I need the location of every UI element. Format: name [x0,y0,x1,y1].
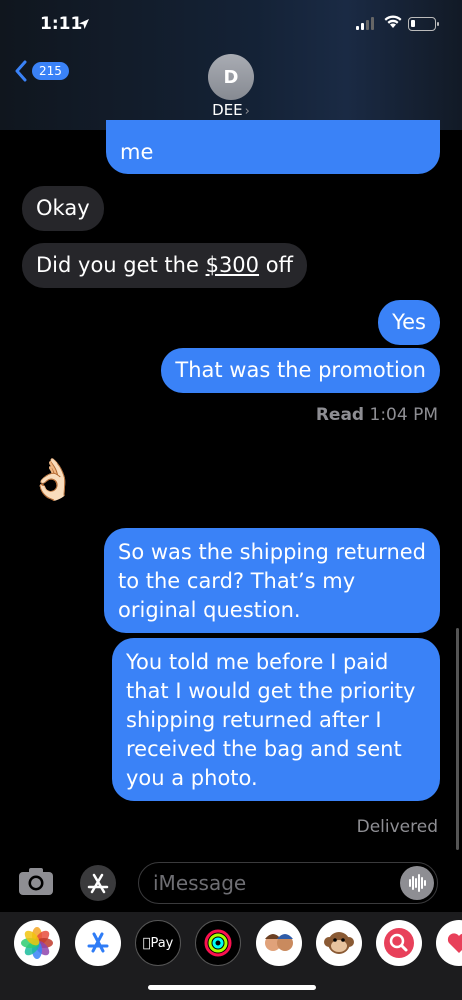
app-store-icon [87,873,109,894]
heart-sticker-icon [447,933,462,953]
message-outgoing[interactable]: Yes [378,300,440,345]
monkey-animoji-icon [324,932,354,954]
price-link[interactable]: $300 [206,253,259,277]
chevron-left-icon [15,60,27,82]
audio-message-button[interactable] [400,866,434,900]
message-outgoing[interactable]: So was the shipping returned to the card… [104,528,440,633]
location-arrow-icon [79,19,89,29]
avatar-initial: D [223,66,239,88]
scrollbar[interactable] [456,628,459,850]
wifi-icon [384,15,402,28]
message-incoming[interactable]: Okay [22,186,104,231]
chevron-right-icon: › [244,104,250,119]
activity-icon [204,929,232,957]
message-outgoing[interactable]: You told me before I paid that I would g… [112,638,440,801]
photos-app[interactable] [14,920,60,966]
back-button[interactable]: 215 [14,60,69,82]
home-indicator[interactable] [148,985,316,990]
memoji-app[interactable] [256,920,302,966]
battery-icon [408,17,439,31]
animoji-app[interactable] [316,920,362,966]
memoji-icon [265,934,293,951]
cellular-signal-icon [356,17,376,30]
ok-hand-emoji[interactable]: 👌🏻 [28,456,78,503]
message-input[interactable]: iMessage [138,862,438,904]
status-time: 1:11 [40,14,83,34]
apple-pay-icon: Pay [143,935,174,951]
waveform-icon [409,874,426,892]
app-store-icon [87,932,109,953]
delivered-receipt: Delivered [356,817,438,837]
unread-count-badge: 215 [32,62,69,80]
activity-app[interactable] [195,920,241,966]
contact-name[interactable]: DEE › [0,101,462,119]
app-store-app[interactable] [75,920,121,966]
read-receipt: Read 1:04 PM [315,405,438,425]
camera-icon[interactable] [18,866,54,896]
apple-pay-app[interactable]: Pay [135,920,181,966]
status-bar: 1:11 [0,0,462,50]
message-incoming[interactable]: Did you get the $300 off [22,243,308,288]
message-outgoing[interactable]: me [106,120,440,174]
heart-sticker-app[interactable] [436,920,462,966]
search-images-icon [384,928,414,958]
contact-avatar[interactable]: D [208,54,254,100]
photos-icon [21,927,53,959]
message-outgoing[interactable]: That was the promotion [161,348,440,393]
image-search-app[interactable] [376,920,422,966]
app-store-button[interactable] [80,865,116,901]
compose-bar: iMessage [0,856,462,912]
